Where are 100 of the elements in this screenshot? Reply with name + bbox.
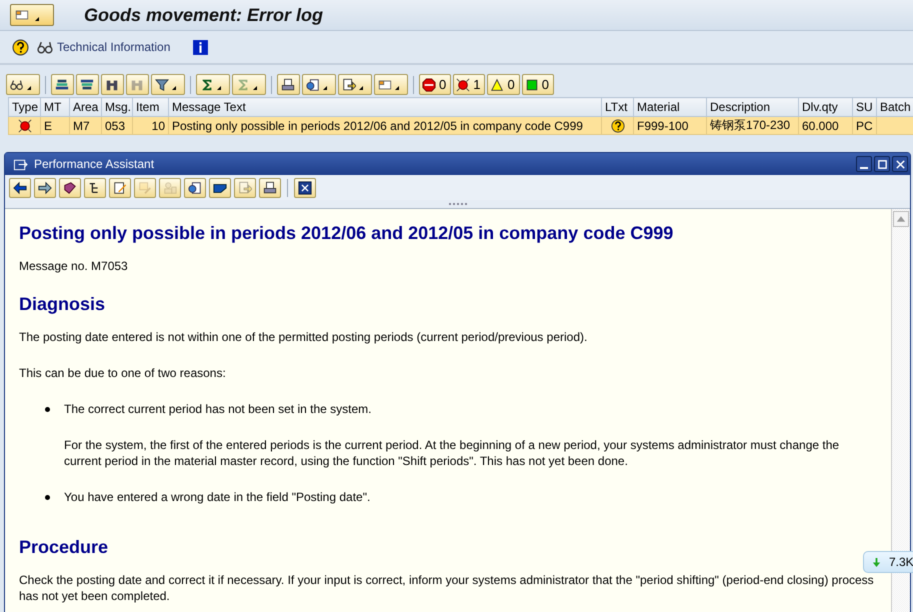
table-cell: Posting only possible in periods 2012/06 and 2012/05 in company code C999 <box>168 116 602 134</box>
export-icon <box>342 78 356 92</box>
maximize-icon <box>876 158 888 170</box>
table-cell: 10 <box>132 116 168 134</box>
column-header[interactable]: Batch <box>876 98 913 116</box>
column-header[interactable]: Material <box>634 98 706 116</box>
column-header[interactable]: SU <box>852 98 876 116</box>
back-icon <box>13 181 27 195</box>
toolbar-button[interactable] <box>259 178 281 198</box>
screen-title: Goods movement: Error log <box>84 4 324 26</box>
toolbar-button[interactable] <box>294 178 316 198</box>
toolbar-button[interactable] <box>277 74 300 95</box>
toolbar-button[interactable] <box>84 178 106 198</box>
technical-information-button[interactable]: Technical Information <box>37 38 170 56</box>
toolbar-button[interactable] <box>151 74 185 95</box>
down-arrow-icon <box>872 556 881 568</box>
table-cell: PC <box>852 116 876 134</box>
splitter-handle[interactable] <box>448 203 466 205</box>
toolbar-button[interactable] <box>302 74 336 95</box>
column-header[interactable]: Type <box>8 98 40 116</box>
layout-icon <box>15 8 29 22</box>
subtotal-icon <box>236 78 250 92</box>
table-cell: E <box>40 116 70 134</box>
toolbar-button[interactable] <box>51 74 74 95</box>
info-button[interactable] <box>192 38 210 56</box>
tag-icon <box>213 181 227 195</box>
toolbar-button[interactable] <box>101 74 124 95</box>
error-icon <box>18 118 32 132</box>
column-header[interactable]: Description <box>706 98 798 116</box>
note-icon <box>138 181 152 195</box>
list-item: You have entered a wrong date in the field "Posting date". <box>64 489 370 505</box>
table-row[interactable]: E M7 053 10 Posting only possible in periods 2012/06 and 2012/05 in company code C999 F999-100 铸钢泵170-230 60.000 PC <box>8 116 913 134</box>
find-icon <box>105 78 119 92</box>
scroll-up-icon[interactable] <box>893 211 909 227</box>
info-icon <box>192 38 210 56</box>
column-header[interactable]: Area <box>70 98 102 116</box>
message-count-button[interactable]: 0 <box>522 74 554 95</box>
toolbar-button[interactable] <box>34 178 56 198</box>
toolbar-button[interactable] <box>209 178 231 198</box>
table-cell: 60.000 <box>798 116 852 134</box>
column-header[interactable]: Dlv.qty <box>798 98 852 116</box>
toolbar-button[interactable] <box>109 178 131 198</box>
minimize-icon <box>860 166 868 168</box>
help-icon <box>610 118 624 132</box>
layout-icon <box>378 78 392 92</box>
sum-icon <box>200 78 214 92</box>
list-item: The correct current period has not been set in the system. <box>64 401 372 417</box>
print-icon <box>263 181 277 195</box>
paragraph: This can be due to one of two reasons: <box>19 365 227 381</box>
sort-down-icon <box>80 78 94 92</box>
sort-up-icon <box>55 78 69 92</box>
table-cell: 铸钢泵170-230 <box>706 116 798 134</box>
paragraph: For the system, the first of the entered periods is the current period. At the beginning of a new period, your systems administrator must change the current period in the material master record, using the function "Shift periods". This has not yet been done. <box>63 437 840 469</box>
close-icon <box>298 181 312 195</box>
message-count-button[interactable]: 1 <box>453 74 486 95</box>
find-next-icon <box>130 78 144 92</box>
paragraph: Message no. M7053 <box>19 258 129 274</box>
section-heading: Procedure <box>19 537 110 558</box>
column-header[interactable]: Msg. <box>102 98 132 116</box>
system-menu-button[interactable] <box>10 4 54 26</box>
toolbar-button[interactable] <box>196 74 230 95</box>
column-header[interactable]: Item <box>132 98 168 116</box>
table-cell: F999-100 <box>634 116 706 134</box>
toolbar-button[interactable] <box>59 178 81 198</box>
section-heading: Diagnosis <box>19 294 106 315</box>
edit-icon <box>113 181 127 195</box>
message-heading: Posting only possible in periods 2012/06 and 2012/05 in company code C999 <box>19 223 674 244</box>
window-title: Performance Assistant <box>34 157 156 171</box>
toolbar-button[interactable] <box>6 74 40 95</box>
bullet-icon <box>45 407 50 412</box>
message-count-button[interactable]: 0 <box>487 74 520 95</box>
print-icon <box>281 78 295 92</box>
toolbar-button[interactable] <box>338 74 372 95</box>
minimize-button[interactable] <box>856 156 872 172</box>
person-icon <box>163 181 177 195</box>
success-icon <box>524 78 539 92</box>
toolbar-button[interactable] <box>76 74 99 95</box>
export-icon <box>238 181 252 195</box>
table-cell: M7 <box>70 116 102 134</box>
stop-icon <box>422 78 436 92</box>
column-header[interactable]: LTxt <box>602 98 634 116</box>
help-button[interactable] <box>12 38 29 56</box>
doc-icon <box>188 181 202 195</box>
help-icon <box>12 38 29 56</box>
table-cell: 053 <box>102 116 132 134</box>
warning-icon <box>490 78 504 92</box>
paragraph: Check the posting date and correct it if necessary. If your input is correct, inform your systems administrator that the "period shifting" (period-end closing) process has not yet been completed. <box>19 572 875 604</box>
forward-icon <box>38 181 52 195</box>
column-header[interactable]: MT <box>40 98 70 116</box>
paragraph: The posting date entered is not within one of the permitted posting periods (current period/previous period). <box>19 329 588 345</box>
column-header[interactable]: Message Text <box>168 98 602 116</box>
filter-icon <box>155 78 169 92</box>
close-button[interactable] <box>892 156 908 172</box>
bullet-icon <box>45 495 50 500</box>
message-count-button[interactable]: 0 <box>419 74 452 95</box>
close-icon <box>894 158 906 170</box>
toolbar-button[interactable] <box>184 178 206 198</box>
maximize-button[interactable] <box>874 156 890 172</box>
glasses-icon <box>10 78 24 92</box>
toolbar-button[interactable] <box>9 178 31 198</box>
